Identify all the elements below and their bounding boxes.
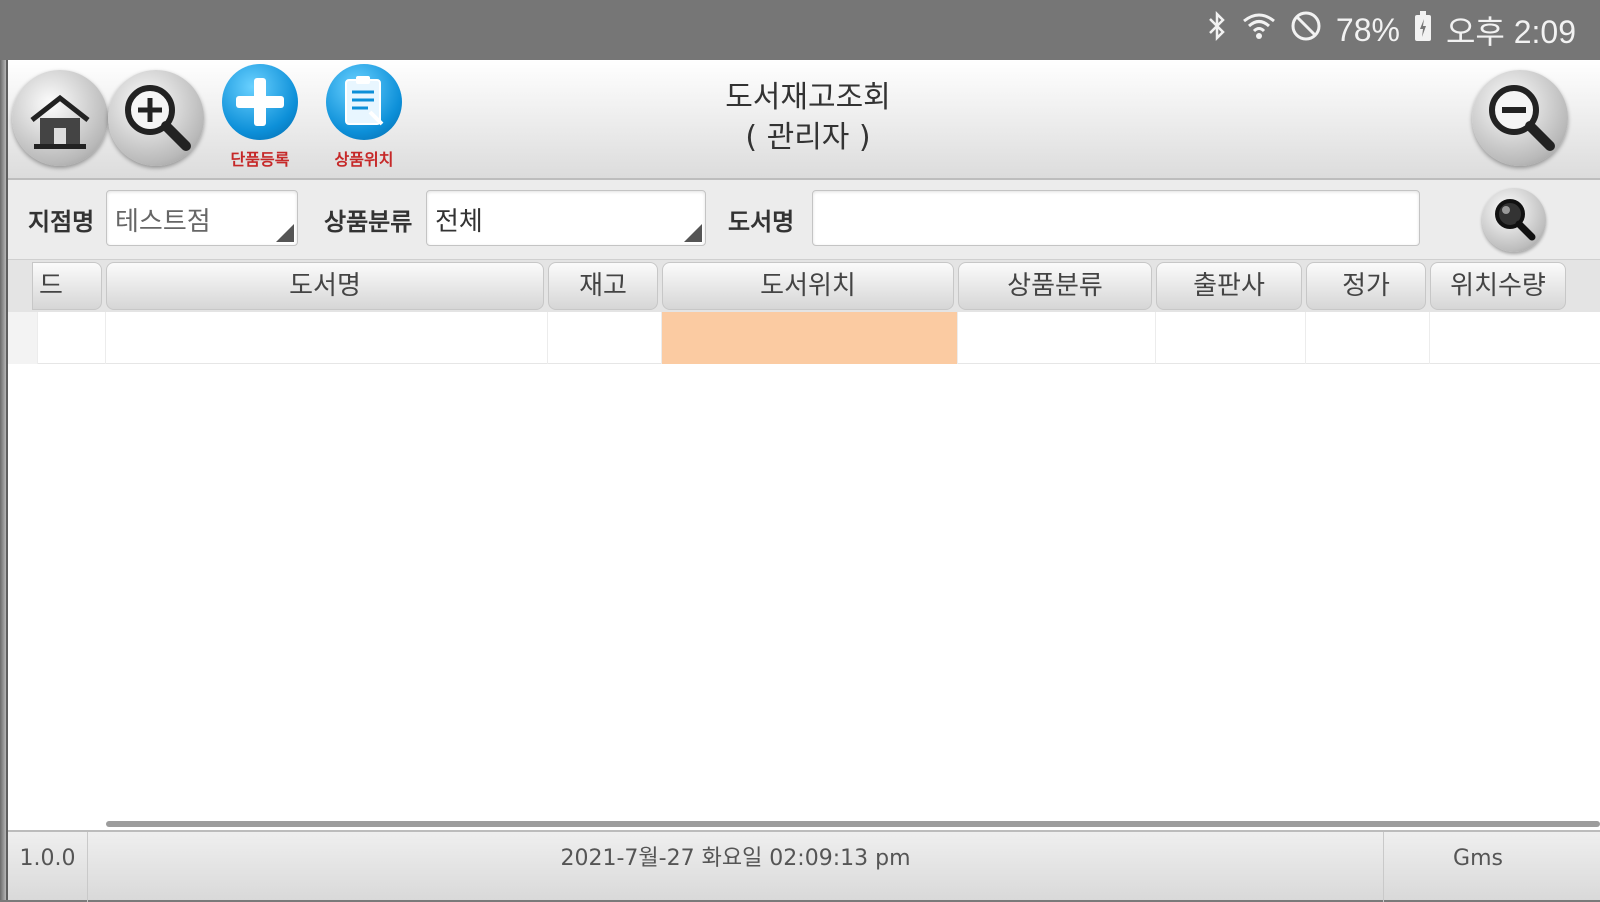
brand-label: Gms (1453, 846, 1503, 871)
table-cell[interactable] (1156, 312, 1306, 364)
table-cell[interactable] (548, 312, 662, 364)
page-title-main: 도서재고조회 (725, 80, 891, 115)
product-location-caption: 상품위치 (334, 150, 394, 169)
page-title-sub: ( 관리자 ) (745, 120, 871, 155)
column-header-price[interactable]: 정가 (1306, 262, 1426, 310)
toolbar: 단품등록 상품위치 도서재고조회 ( 관리자 ) (8, 60, 1600, 180)
row-indicator (8, 312, 38, 364)
footer-status-bar: 1.0.0 2021-7월-27 화요일 02:09:13 pm Gms (8, 830, 1600, 902)
home-button[interactable] (12, 70, 108, 166)
table-cell-selected[interactable] (662, 312, 958, 364)
table-cell[interactable] (1430, 312, 1600, 364)
do-not-disturb-icon (1290, 10, 1322, 50)
category-value: 전체 (435, 207, 483, 237)
zoom-out-button[interactable] (1472, 70, 1568, 166)
horizontal-scrollbar[interactable] (106, 821, 1600, 827)
dropdown-corner-icon (684, 224, 702, 242)
category-select[interactable]: 전체 (426, 190, 706, 246)
add-item-button[interactable] (222, 64, 298, 140)
wifi-icon (1242, 11, 1276, 49)
column-header-publisher[interactable]: 출판사 (1156, 262, 1302, 310)
search-icon (1495, 199, 1536, 241)
table-cell[interactable] (38, 312, 106, 364)
book-name-label: 도서명 (728, 208, 795, 236)
branch-label: 지점명 (28, 208, 95, 236)
book-name-input[interactable] (812, 190, 1420, 246)
home-icon (30, 94, 90, 149)
clipboard-icon (345, 76, 384, 126)
column-header-category[interactable]: 상품분류 (958, 262, 1152, 310)
battery-icon (1414, 10, 1432, 50)
zoom-out-icon (1489, 85, 1555, 151)
status-icons: 78% 오후 2:09 (1206, 10, 1576, 50)
table-cell[interactable] (106, 312, 548, 364)
bluetooth-icon (1206, 10, 1228, 50)
search-row: 지점명 테스트점 상품분류 전체 도서명 (8, 180, 1600, 260)
branch-field[interactable]: 테스트점 (106, 190, 298, 246)
app-version: 1.0.0 (8, 832, 88, 902)
table-row[interactable] (8, 312, 1600, 364)
table-cell[interactable] (958, 312, 1156, 364)
current-datetime: 2021-7월-27 화요일 02:09:13 pm (88, 832, 1384, 902)
status-time: 오후 2:09 (1445, 14, 1576, 50)
product-location-button[interactable] (326, 64, 402, 140)
table-cell[interactable] (1306, 312, 1430, 364)
dropdown-corner-icon (276, 224, 294, 242)
branch-value: 테스트점 (115, 207, 211, 237)
status-bar: 78% 오후 2:09 (0, 0, 1600, 60)
column-header-location-qty[interactable]: 위치수량 (1430, 262, 1566, 310)
app-window: 단품등록 상품위치 도서재고조회 ( 관리자 ) 지점명 테스트점 상품분류 전… (6, 60, 1600, 902)
add-item-caption: 단품등록 (230, 150, 290, 169)
search-button[interactable] (1482, 188, 1546, 252)
column-header-stock[interactable]: 재고 (548, 262, 658, 310)
battery-percent: 78% (1335, 11, 1400, 48)
column-header-book-name[interactable]: 도서명 (106, 262, 544, 310)
column-header-code[interactable]: 드 (32, 262, 102, 310)
category-label: 상품분류 (324, 208, 413, 236)
zoom-in-icon (125, 85, 191, 151)
column-header-book-location[interactable]: 도서위치 (662, 262, 954, 310)
page-title: 도서재고조회 ( 관리자 ) (608, 78, 1008, 158)
table-header: 드 도서명 재고 도서위치 상품분류 출판사 정가 위치수량 (8, 260, 1600, 312)
plus-icon (236, 78, 284, 126)
zoom-in-button[interactable] (108, 70, 204, 166)
